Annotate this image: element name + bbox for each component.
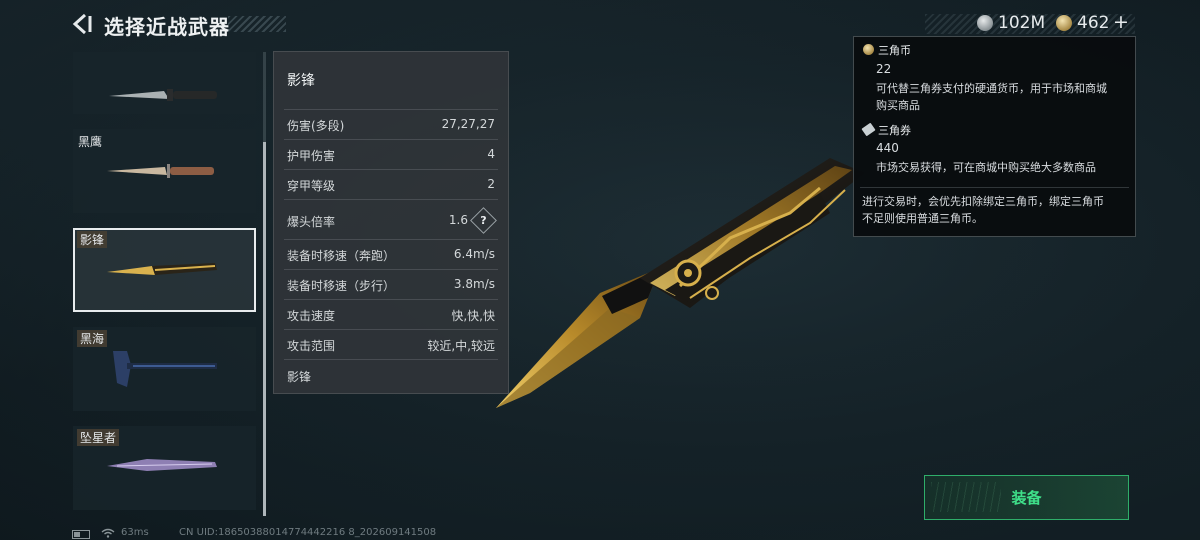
help-icon[interactable]: ? [470, 207, 497, 234]
stat-value: 2 [487, 177, 495, 191]
stat-key: 装备时移速（步行） [287, 279, 396, 293]
currency-tooltip: 三角币 22 可代替三角券支付的硬通货币，用于市场和商城 购买商品 三角券 44… [853, 36, 1136, 237]
stat-row-walk-speed: 装备时移速（步行） 3.8m/s [284, 269, 498, 298]
stat-value: 6.4m/s [453, 247, 495, 261]
weapon-item-star-faller[interactable]: 坠星者 [73, 426, 256, 510]
weapon-label: 黑海 [77, 330, 108, 347]
gold-blade-icon [107, 263, 217, 275]
stat-value: 快,快,快 [451, 309, 495, 323]
tooltip-note: 进行交易时，会优先扣除绑定三角币，绑定三角币 [862, 195, 1104, 208]
ticket-icon [861, 122, 876, 137]
stat-key: 攻击速度 [287, 309, 336, 323]
stat-key: 护甲伤害 [287, 149, 336, 163]
stat-row-name: 影锋 [284, 359, 498, 390]
title-decoration [228, 16, 286, 32]
hunting-knife-icon [107, 164, 214, 178]
weapon-label: 黑鹰 [78, 135, 103, 149]
silver-coin-amount: 102M [998, 13, 1046, 33]
add-currency-button[interactable]: + [1113, 11, 1129, 33]
stat-key: 装备时移速（奔跑） [287, 249, 396, 263]
stat-row-run-speed: 装备时移速（奔跑） 6.4m/s [284, 239, 498, 268]
weapon-list[interactable]: 黑鹰 影锋 黑海 坠星者 [73, 52, 257, 512]
ticket-name: 三角券 [878, 124, 911, 137]
stat-row-headshot: 爆头倍率 1.6 ? [284, 199, 498, 240]
user-uid: CN UID:18650388014774442216 8_2026091415… [179, 527, 437, 538]
weapon-name-footer: 影锋 [287, 370, 312, 384]
tooltip-divider [860, 187, 1129, 188]
coin-description: 可代替三角券支付的硬通货币，用于市场和商城 [876, 82, 1107, 95]
list-scrollbar-thumb[interactable] [263, 142, 266, 516]
stat-row-attack-range: 攻击范围 较近,中,较远 [284, 329, 498, 358]
purple-blade-icon [107, 459, 217, 471]
battery-icon [72, 530, 90, 539]
page-title: 选择近战武器 [104, 15, 230, 39]
weapon-item-black-hawk[interactable]: 黑鹰 [73, 129, 256, 213]
silver-coin-icon [977, 15, 993, 31]
back-arrow-icon[interactable] [70, 12, 94, 36]
ticket-amount: 440 [876, 141, 899, 155]
coin-name: 三角币 [878, 44, 911, 57]
tooltip-note-line2: 不足则使用普通三角币。 [862, 212, 983, 225]
stat-key: 爆头倍率 [287, 215, 336, 229]
ticket-description: 市场交易获得，可在商城中购买绝大多数商品 [876, 161, 1096, 174]
stat-value: 27,27,27 [441, 117, 495, 131]
triangle-coin-icon [863, 44, 874, 55]
weapon-item-black-sea[interactable]: 黑海 [73, 327, 256, 411]
stat-value: 3.8m/s [453, 277, 495, 291]
tactical-axe-icon [113, 351, 217, 387]
stat-row-penetration: 穿甲等级 2 [284, 169, 498, 198]
equip-button[interactable]: 装备 [924, 475, 1129, 520]
stat-row-attack-speed: 攻击速度 快,快,快 [284, 299, 498, 328]
shadow-blade-render [496, 158, 865, 408]
stat-value: 1.6 [448, 213, 468, 227]
coin-description-line2: 购买商品 [876, 99, 920, 112]
weapon-stats-panel: 影锋 伤害(多段) 27,27,27 护甲伤害 4 穿甲等级 2 爆头倍率 1.… [273, 51, 509, 394]
weapon-item-combat-knife[interactable] [73, 52, 256, 114]
weapon-label: 影锋 [77, 231, 108, 248]
stat-key: 穿甲等级 [287, 179, 336, 193]
stats-title: 影锋 [287, 73, 315, 89]
equip-button-label: 装备 [1011, 489, 1042, 507]
triangle-coin-amount: 462 [1077, 13, 1110, 33]
wifi-icon [101, 528, 115, 538]
stat-value: 较近,中,较远 [427, 339, 495, 353]
stat-value: 4 [487, 147, 495, 161]
ping-readout: 63ms [121, 527, 149, 538]
triangle-coin-icon [1056, 15, 1072, 31]
stat-key: 伤害(多段) [287, 119, 345, 133]
weapon-item-shadow-blade[interactable]: 影锋 [73, 228, 256, 312]
weapon-label: 坠星者 [77, 429, 120, 446]
combat-knife-icon [109, 89, 217, 101]
stat-row-damage: 伤害(多段) 27,27,27 [284, 109, 498, 138]
stat-row-armor-damage: 护甲伤害 4 [284, 139, 498, 168]
stat-key: 攻击范围 [287, 339, 336, 353]
coin-amount: 22 [876, 62, 892, 76]
